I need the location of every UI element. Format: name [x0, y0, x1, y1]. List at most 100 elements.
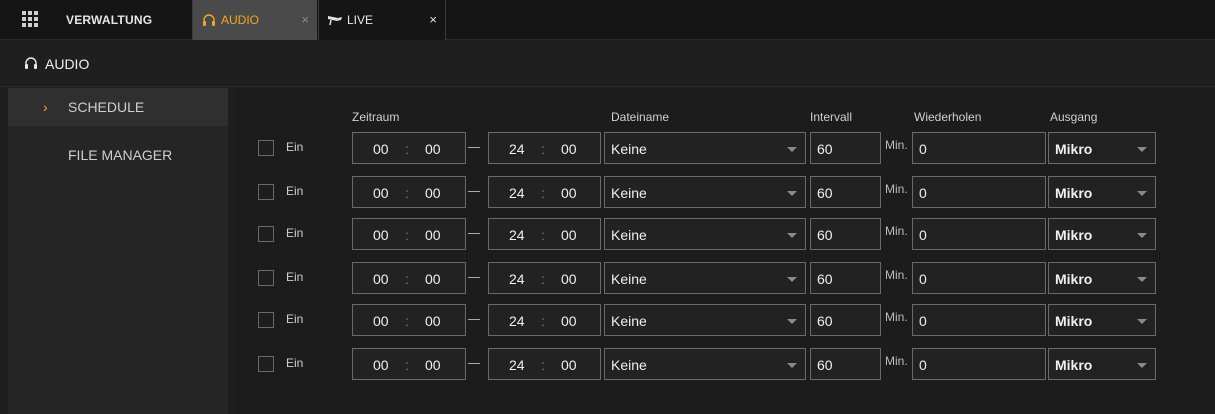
repeat-input[interactable]: 0	[912, 262, 1046, 294]
start-time-input[interactable]: 00 : 00	[352, 132, 466, 164]
output-select-value: Mikro	[1055, 313, 1093, 329]
dropdown-arrow-icon	[1137, 233, 1147, 238]
repeat-value: 0	[919, 141, 927, 157]
start-hour: 00	[373, 313, 389, 329]
enable-checkbox[interactable]	[258, 270, 274, 286]
interval-value: 60	[817, 313, 833, 329]
end-time-input[interactable]: 24 : 00	[488, 176, 601, 208]
end-hour: 24	[509, 141, 525, 157]
file-select[interactable]: Keine	[604, 262, 806, 294]
end-time-input[interactable]: 24 : 00	[488, 132, 601, 164]
top-bar: VERWALTUNG AUDIO × LIVE ×	[0, 0, 1215, 40]
output-select-value: Mikro	[1055, 185, 1093, 201]
time-separator: :	[405, 271, 409, 287]
schedule-row: Ein 00 : 00 24 : 00 Keine 60 Min. 0 Mikr…	[236, 132, 1215, 164]
repeat-value: 0	[919, 227, 927, 243]
start-minute: 00	[425, 185, 441, 201]
output-select[interactable]: Mikro	[1048, 262, 1156, 294]
output-select[interactable]: Mikro	[1048, 132, 1156, 164]
end-time-input[interactable]: 24 : 00	[488, 348, 601, 380]
schedule-row: Ein 00 : 00 24 : 00 Keine 60 Min. 0 Mikr…	[236, 176, 1215, 208]
column-header-dateiname: Dateiname	[611, 110, 670, 124]
time-separator: :	[405, 227, 409, 243]
interval-input[interactable]: 60	[810, 262, 881, 294]
start-time-input[interactable]: 00 : 00	[352, 304, 466, 336]
file-select[interactable]: Keine	[604, 304, 806, 336]
interval-input[interactable]: 60	[810, 348, 881, 380]
enable-checkbox[interactable]	[258, 140, 274, 156]
start-time-input[interactable]: 00 : 00	[352, 176, 466, 208]
tab-label: AUDIO	[221, 13, 260, 27]
interval-unit: Min.	[885, 310, 908, 324]
close-icon[interactable]: ×	[429, 12, 437, 27]
enable-label: Ein	[286, 356, 304, 370]
end-hour: 24	[509, 357, 525, 373]
interval-input[interactable]: 60	[810, 132, 881, 164]
file-select-value: Keine	[611, 227, 647, 243]
interval-value: 60	[817, 271, 833, 287]
time-separator: :	[541, 357, 545, 373]
file-select[interactable]: Keine	[604, 348, 806, 380]
file-select-value: Keine	[611, 141, 647, 157]
start-time-input[interactable]: 00 : 00	[352, 218, 466, 250]
output-select-value: Mikro	[1055, 271, 1093, 287]
close-icon[interactable]: ×	[301, 12, 309, 27]
repeat-value: 0	[919, 357, 927, 373]
dropdown-arrow-icon	[787, 363, 797, 368]
start-time-input[interactable]: 00 : 00	[352, 262, 466, 294]
end-hour: 24	[509, 185, 525, 201]
file-select[interactable]: Keine	[604, 132, 806, 164]
end-minute: 00	[561, 271, 577, 287]
file-select-value: Keine	[611, 271, 647, 287]
grid-menu-icon[interactable]	[22, 11, 38, 27]
file-select[interactable]: Keine	[604, 218, 806, 250]
enable-checkbox[interactable]	[258, 356, 274, 372]
enable-checkbox[interactable]	[258, 226, 274, 242]
output-select[interactable]: Mikro	[1048, 176, 1156, 208]
column-header-ausgang: Ausgang	[1050, 110, 1098, 124]
output-select[interactable]: Mikro	[1048, 304, 1156, 336]
interval-input[interactable]: 60	[810, 218, 881, 250]
output-select[interactable]: Mikro	[1048, 218, 1156, 250]
chevron-right-icon: ›	[43, 99, 48, 115]
file-select[interactable]: Keine	[604, 176, 806, 208]
end-time-input[interactable]: 24 : 00	[488, 262, 601, 294]
end-time-input[interactable]: 24 : 00	[488, 218, 601, 250]
tab-live[interactable]: LIVE ×	[318, 0, 446, 40]
repeat-input[interactable]: 0	[912, 218, 1046, 250]
interval-value: 60	[817, 227, 833, 243]
interval-input[interactable]: 60	[810, 304, 881, 336]
dropdown-arrow-icon	[787, 191, 797, 196]
time-separator: :	[405, 185, 409, 201]
dropdown-arrow-icon	[787, 147, 797, 152]
interval-input[interactable]: 60	[810, 176, 881, 208]
enable-checkbox[interactable]	[258, 312, 274, 328]
sidebar-item-file-manager[interactable]: FILE MANAGER	[8, 136, 228, 174]
app-title[interactable]: VERWALTUNG	[66, 13, 152, 27]
repeat-input[interactable]: 0	[912, 132, 1046, 164]
tab-audio[interactable]: AUDIO ×	[192, 0, 317, 40]
output-select[interactable]: Mikro	[1048, 348, 1156, 380]
start-minute: 00	[425, 313, 441, 329]
camera-icon	[327, 13, 343, 27]
start-minute: 00	[425, 141, 441, 157]
file-select-value: Keine	[611, 313, 647, 329]
end-minute: 00	[561, 227, 577, 243]
start-time-input[interactable]: 00 : 00	[352, 348, 466, 380]
end-time-input[interactable]: 24 : 00	[488, 304, 601, 336]
repeat-input[interactable]: 0	[912, 176, 1046, 208]
schedule-row: Ein 00 : 00 24 : 00 Keine 60 Min. 0 Mikr…	[236, 304, 1215, 336]
range-dash	[468, 233, 480, 234]
repeat-input[interactable]: 0	[912, 304, 1046, 336]
interval-unit: Min.	[885, 268, 908, 282]
sidebar-item-schedule[interactable]: › SCHEDULE	[8, 88, 228, 126]
range-dash	[468, 191, 480, 192]
time-separator: :	[541, 141, 545, 157]
repeat-input[interactable]: 0	[912, 348, 1046, 380]
enable-label: Ein	[286, 184, 304, 198]
schedule-panel: Zeitraum Dateiname Intervall Wiederholen…	[236, 88, 1215, 414]
column-header-zeitraum: Zeitraum	[352, 110, 400, 124]
range-dash	[468, 147, 480, 148]
enable-checkbox[interactable]	[258, 184, 274, 200]
end-minute: 00	[561, 141, 577, 157]
